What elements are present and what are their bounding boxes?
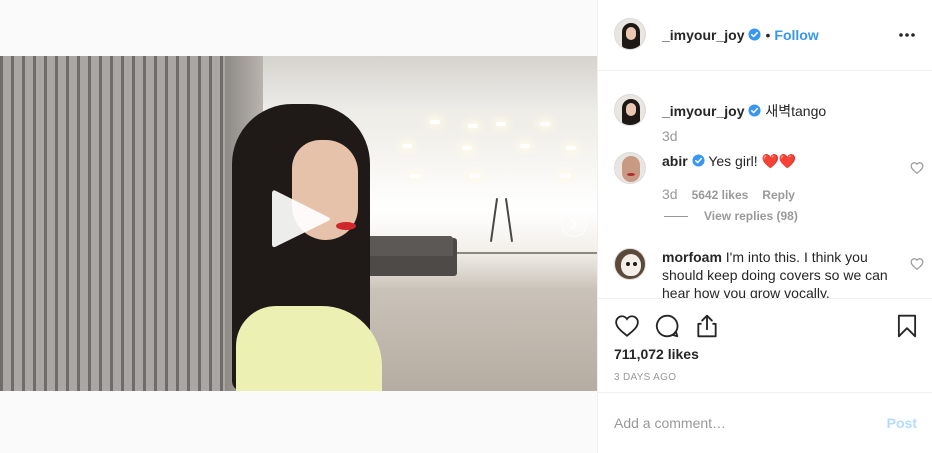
play-icon[interactable] <box>270 187 332 251</box>
video-person-lips <box>336 222 356 230</box>
avatar[interactable] <box>614 94 646 126</box>
post-side-panel: _imyour_joy • Follow _imyour_joy 새벽tango 3… <box>597 0 932 453</box>
heart-icon[interactable] <box>614 313 640 339</box>
caption-meta: 3d <box>662 128 692 144</box>
view-replies-label: View replies (98) <box>704 209 798 223</box>
video-light <box>462 146 472 150</box>
video-person-shirt <box>236 306 382 391</box>
comment-heart-icon[interactable] <box>910 161 924 175</box>
comment-body: morfoam I'm into this. I think you shoul… <box>662 248 897 298</box>
video-light <box>470 174 480 178</box>
likes-count[interactable]: 711,072 likes <box>614 346 699 362</box>
comment-item: abir Yes girl! ❤️❤️ 3d 5642 likes Reply Vi… <box>614 152 924 223</box>
comment-time: 3d <box>662 186 678 202</box>
video-player[interactable] <box>0 56 597 391</box>
view-replies-button[interactable]: View replies (98) <box>664 209 798 223</box>
video-light <box>566 146 576 150</box>
video-floor-line <box>440 252 597 254</box>
add-comment-bar: Post <box>598 392 932 453</box>
post-header: _imyour_joy • Follow <box>598 0 932 71</box>
video-ceiling <box>262 56 597 108</box>
caption-row: _imyour_joy 새벽tango 3d <box>614 94 924 154</box>
comment-text: Yes girl! ❤️❤️ <box>708 153 797 169</box>
video-light <box>520 144 530 148</box>
comment-username[interactable]: morfoam <box>662 249 722 265</box>
video-wall <box>0 56 232 391</box>
view-replies-line <box>664 216 688 218</box>
post-button[interactable]: Post <box>887 415 917 431</box>
video-light <box>402 144 412 148</box>
comment-heart-icon[interactable] <box>910 257 924 271</box>
next-arrow-icon[interactable] <box>561 211 587 237</box>
video-light <box>468 124 478 128</box>
verified-badge-icon <box>748 28 762 41</box>
video-light <box>430 120 440 124</box>
comments-list[interactable]: _imyour_joy 새벽tango 3d abir Yes girl! ❤️… <box>598 72 932 298</box>
reply-button[interactable]: Reply <box>762 188 795 202</box>
comment-likes[interactable]: 5642 likes <box>692 188 749 202</box>
avatar[interactable] <box>614 152 646 184</box>
video-light <box>540 122 550 126</box>
separator-dot: • <box>765 27 771 43</box>
caption-text: 새벽tango <box>765 103 827 119</box>
comment-username[interactable]: abir <box>662 153 688 169</box>
video-light <box>560 174 570 178</box>
comment-input[interactable] <box>614 411 864 435</box>
header-line: _imyour_joy • Follow <box>662 27 819 43</box>
verified-badge-icon <box>748 104 762 117</box>
avatar[interactable] <box>614 18 646 50</box>
post-actions: 711,072 likes 3 DAYS AGO <box>598 298 932 392</box>
post-timestamp[interactable]: 3 DAYS AGO <box>614 372 676 383</box>
comment-item: morfoam I'm into this. I think you shoul… <box>614 248 924 298</box>
avatar[interactable] <box>614 248 646 280</box>
comment-icon[interactable] <box>654 313 680 339</box>
verified-badge-icon <box>692 154 705 167</box>
video-light <box>410 174 420 178</box>
comment-meta: 3d 5642 likes Reply <box>662 186 809 202</box>
caption-body: _imyour_joy 새벽tango <box>662 102 897 120</box>
bookmark-icon[interactable] <box>894 313 920 339</box>
follow-button[interactable]: Follow <box>774 27 818 43</box>
share-icon[interactable] <box>694 313 720 339</box>
media-column <box>0 0 597 453</box>
caption-time: 3d <box>662 128 678 144</box>
caption-username[interactable]: _imyour_joy <box>662 103 744 119</box>
video-light <box>496 122 506 126</box>
more-horizontal-icon[interactable] <box>897 26 917 44</box>
comment-body: abir Yes girl! ❤️❤️ <box>662 152 897 170</box>
post-username[interactable]: _imyour_joy <box>662 27 744 43</box>
